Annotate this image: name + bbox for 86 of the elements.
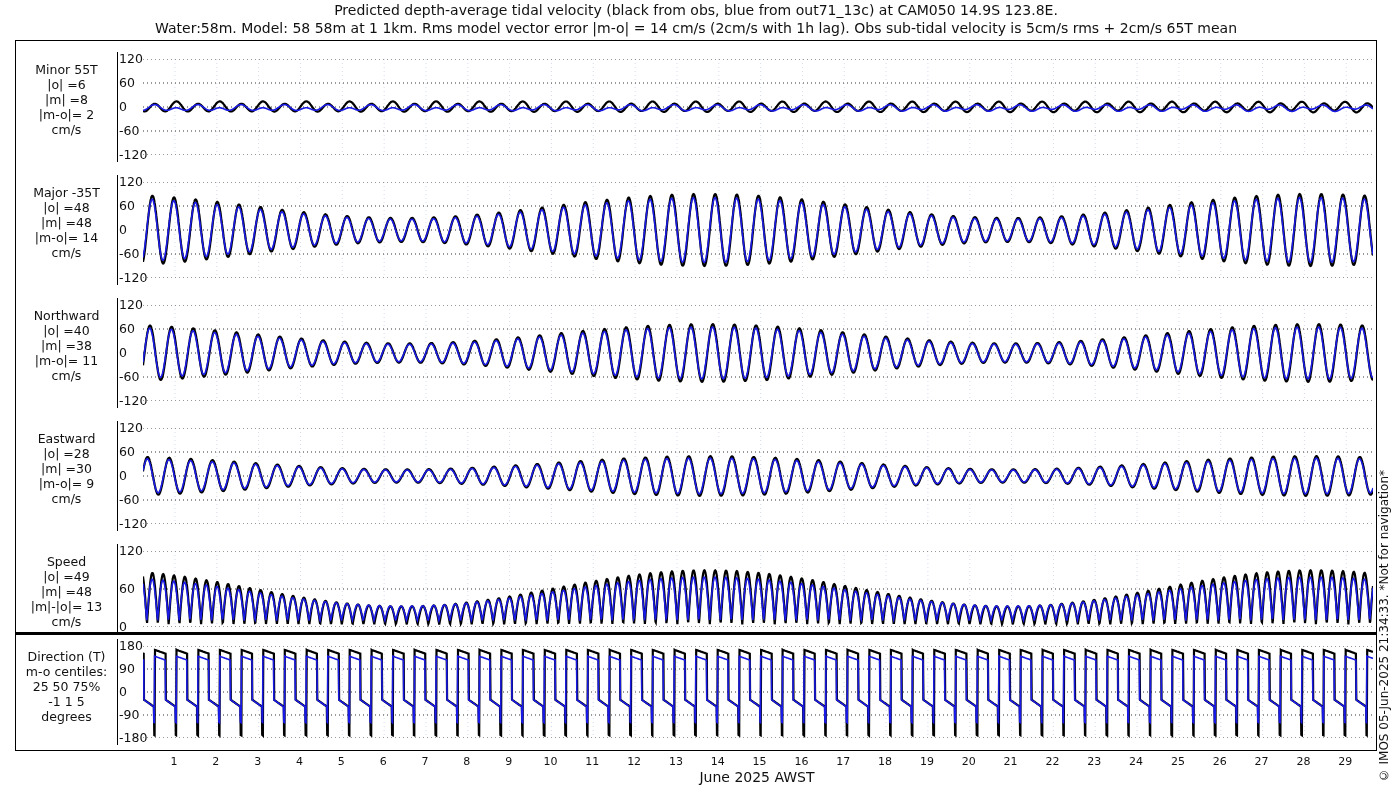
- panel-label: cm/s: [51, 614, 82, 629]
- x-tick-label: 1: [170, 755, 178, 768]
- y-tick-label: 0: [118, 685, 128, 699]
- x-tick-label: 14: [710, 755, 725, 768]
- y-tick-label: -60: [118, 247, 141, 261]
- x-tick-label: 18: [878, 755, 893, 768]
- panel-label: |m|-|o|= 13: [30, 599, 103, 614]
- panel-label: Speed: [46, 554, 87, 569]
- y-tick-label: 0: [118, 469, 128, 483]
- x-tick-label: 5: [337, 755, 345, 768]
- panel-label: |m| =48: [41, 584, 92, 599]
- x-tick-label: 26: [1212, 755, 1227, 768]
- panel-label: |m-o|= 2: [38, 107, 95, 122]
- x-tick-label: 11: [585, 755, 600, 768]
- panel-label: |o| =48: [43, 200, 90, 215]
- x-tick-label: 9: [505, 755, 513, 768]
- x-tick-label: 17: [836, 755, 851, 768]
- panel-label: m-o centiles:: [25, 664, 108, 679]
- x-tick-label: 10: [543, 755, 558, 768]
- x-tick-label: 24: [1129, 755, 1144, 768]
- y-tick-label: 60: [118, 322, 136, 336]
- y-tick-label: 180: [118, 639, 143, 653]
- x-tick-label: 15: [752, 755, 767, 768]
- x-tick-label: 12: [627, 755, 642, 768]
- panel-label: Major -35T: [33, 185, 100, 200]
- y-tick-label: 60: [118, 582, 136, 596]
- x-tick-label: 7: [421, 755, 429, 768]
- x-tick-label: 20: [961, 755, 976, 768]
- panel-label: |o| =6: [47, 77, 86, 92]
- panel-label: |m| =38: [41, 338, 92, 353]
- x-tick-label: 13: [668, 755, 683, 768]
- x-tick-label: 2: [212, 755, 220, 768]
- x-tick-label: 19: [919, 755, 934, 768]
- x-tick-label: 21: [1003, 755, 1018, 768]
- y-tick-label: -90: [118, 708, 141, 722]
- x-tick-label: 25: [1170, 755, 1185, 768]
- x-tick-label: 27: [1254, 755, 1269, 768]
- y-tick-label: 0: [118, 223, 128, 237]
- panel-label: |m-o|= 14: [34, 230, 99, 245]
- x-tick-label: 4: [296, 755, 303, 768]
- panel-label: Minor 55T: [35, 62, 98, 77]
- panel-label: Northward: [33, 308, 100, 323]
- y-tick-label: 0: [118, 346, 128, 360]
- y-tick-label: 120: [118, 298, 143, 312]
- panel-label: |o| =28: [43, 446, 90, 461]
- panel-label: |m-o|= 9: [38, 476, 95, 491]
- panel-label: -1 1 5: [48, 694, 85, 709]
- y-tick-label: 120: [118, 175, 143, 189]
- y-tick-label: -60: [118, 124, 141, 138]
- x-tick-label: 22: [1045, 755, 1060, 768]
- panel-label: |o| =40: [43, 323, 90, 338]
- y-tick-label: 120: [118, 52, 143, 66]
- y-tick-label: -60: [118, 370, 141, 384]
- x-tick-label: 6: [379, 755, 387, 768]
- panel-label: |m| =30: [41, 461, 92, 476]
- x-tick-label: 3: [254, 755, 262, 768]
- panel-label: cm/s: [51, 491, 82, 506]
- y-tick-label: -60: [118, 493, 141, 507]
- x-tick-label: 16: [794, 755, 809, 768]
- x-axis-label: June 2025 AWST: [697, 769, 816, 785]
- y-tick-label: 120: [118, 544, 143, 558]
- x-tick-label: 28: [1296, 755, 1311, 768]
- y-tick-label: 60: [118, 445, 136, 459]
- x-tick-label: 23: [1087, 755, 1102, 768]
- chart-title: Predicted depth-average tidal velocity (black from obs, blue from out71_13c) at CAM050 14.9S 123.8E.: [334, 1, 1058, 19]
- copyright-note: © IMOS 05-Jun-2025 21:34:33. *Not for navigation*: [1377, 469, 1391, 782]
- y-tick-label: 60: [118, 199, 136, 213]
- panel-label: degrees: [41, 709, 92, 724]
- panel-label: cm/s: [51, 368, 82, 383]
- y-tick-label: 0: [118, 620, 128, 634]
- y-tick-label: 0: [118, 100, 128, 114]
- panel-label: |m| =8: [45, 92, 88, 107]
- y-tick-label: 120: [118, 421, 143, 435]
- panel-label: Eastward: [37, 431, 96, 446]
- chart-title: Water:58m. Model: 58 58m at 1 1km. Rms model vector error |m-o| = 14 cm/s (2cm/s with 1h lag). Obs sub-tidal velocity is 5cm/s rms + 2cm/s 65T mean: [155, 19, 1237, 37]
- panel-label: |o| =49: [43, 569, 90, 584]
- panel-label: |m| =48: [41, 215, 92, 230]
- x-tick-label: 29: [1338, 755, 1353, 768]
- y-tick-label: 60: [118, 76, 136, 90]
- x-tick-label: 8: [463, 755, 471, 768]
- panel-label: 25 50 75%: [32, 679, 101, 694]
- y-tick-label: 90: [118, 662, 136, 676]
- panel-label: cm/s: [51, 122, 82, 137]
- panel-label: |m-o|= 11: [34, 353, 99, 368]
- panel-label: Direction (T): [27, 649, 106, 664]
- panel-label: cm/s: [51, 245, 82, 260]
